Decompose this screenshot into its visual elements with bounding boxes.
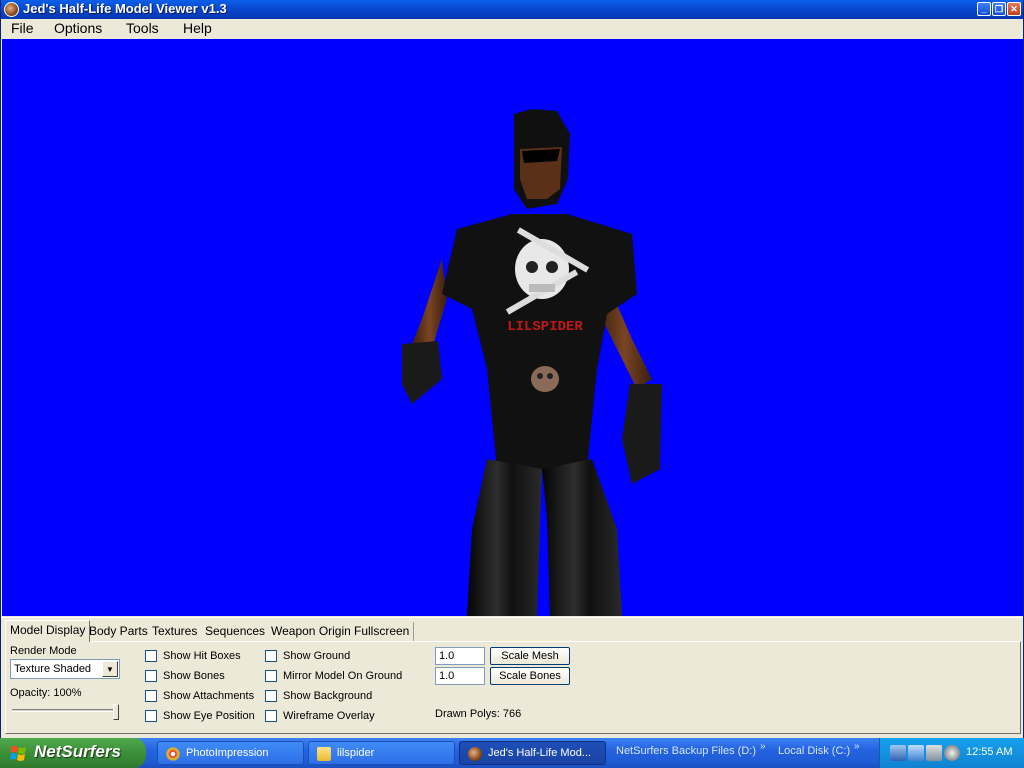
taskbar: NetSurfers PhotoImpression lilspider Jed… xyxy=(0,738,1024,768)
task-label: Jed's Half-Life Mod... xyxy=(488,747,591,759)
show-background-label: Show Background xyxy=(283,690,373,702)
menu-file[interactable]: File xyxy=(9,20,36,36)
window-title: Jed's Half-Life Model Viewer v1.3 xyxy=(23,1,227,16)
drawn-polys-readout: Drawn Polys: 766 xyxy=(435,708,522,720)
opacity-slider-track[interactable] xyxy=(12,709,118,712)
chevron-down-icon[interactable]: ▼ xyxy=(102,661,118,677)
show-attachments-checkbox[interactable] xyxy=(145,690,157,702)
tab-weapon-origin[interactable]: Weapon Origin xyxy=(267,622,356,641)
wireframe-overlay-label: Wireframe Overlay xyxy=(283,710,375,722)
opacity-label: Opacity: 100% xyxy=(10,687,82,699)
app-window: Jed's Half-Life Model Viewer v1.3 _ ❐ ✕ … xyxy=(0,0,1024,738)
show-bones-label: Show Bones xyxy=(163,670,225,682)
show-hit-boxes-label: Show Hit Boxes xyxy=(163,650,241,662)
mirror-model-checkbox[interactable] xyxy=(265,670,277,682)
app-icon xyxy=(4,2,19,17)
wireframe-overlay-checkbox[interactable] xyxy=(265,710,277,722)
scale-bones-button[interactable]: Scale Bones xyxy=(490,667,570,685)
start-button[interactable]: NetSurfers xyxy=(0,738,146,768)
render-mode-select[interactable]: Texture Shaded ▼ xyxy=(10,659,120,679)
app-icon xyxy=(468,747,482,761)
tab-model-display[interactable]: Model Display xyxy=(5,620,91,642)
show-ground-checkbox[interactable] xyxy=(265,650,277,662)
tab-fullscreen[interactable]: Fullscreen xyxy=(350,622,415,641)
show-ground-label: Show Ground xyxy=(283,650,351,662)
scale-mesh-input[interactable]: 1.0 xyxy=(435,647,485,665)
folder-icon xyxy=(317,747,331,761)
scale-mesh-button[interactable]: Scale Mesh xyxy=(490,647,570,665)
photoimpression-icon xyxy=(166,747,180,761)
tab-body-parts[interactable]: Body Parts xyxy=(85,622,153,641)
opacity-slider-thumb[interactable] xyxy=(113,704,119,720)
show-eye-position-label: Show Eye Position xyxy=(163,710,255,722)
close-button[interactable]: ✕ xyxy=(1007,2,1021,16)
toolbar-backup-drive[interactable]: NetSurfers Backup Files (D:) xyxy=(616,745,756,757)
scale-bones-input[interactable]: 1.0 xyxy=(435,667,485,685)
chevron-right-icon[interactable]: » xyxy=(760,741,766,752)
task-photoimpression[interactable]: PhotoImpression xyxy=(157,741,304,765)
tab-sequences[interactable]: Sequences xyxy=(201,622,271,641)
volume-icon[interactable] xyxy=(944,745,960,761)
model-render: LILSPIDER xyxy=(402,109,662,616)
menu-options[interactable]: Options xyxy=(52,20,104,36)
monitor-icon[interactable] xyxy=(926,745,942,761)
model-viewport[interactable]: LILSPIDER xyxy=(2,39,1023,616)
title-bar[interactable]: Jed's Half-Life Model Viewer v1.3 _ ❐ ✕ xyxy=(1,0,1023,19)
mirror-model-label: Mirror Model On Ground xyxy=(283,670,403,682)
network-icon[interactable] xyxy=(890,745,906,761)
tab-textures[interactable]: Textures xyxy=(148,622,203,641)
start-label: NetSurfers xyxy=(34,742,121,761)
show-background-checkbox[interactable] xyxy=(265,690,277,702)
show-eye-position-checkbox[interactable] xyxy=(145,710,157,722)
network-connection-icon[interactable] xyxy=(908,745,924,761)
menu-bar: File Options Tools Help xyxy=(1,19,1023,39)
task-label: lilspider xyxy=(337,747,375,759)
task-lilspider-folder[interactable]: lilspider xyxy=(308,741,455,765)
menu-help[interactable]: Help xyxy=(181,20,214,36)
task-label: PhotoImpression xyxy=(186,747,269,759)
menu-tools[interactable]: Tools xyxy=(124,20,161,36)
chevron-right-icon[interactable]: » xyxy=(854,741,860,752)
windows-flag-icon xyxy=(10,746,26,761)
render-mode-value: Texture Shaded xyxy=(14,663,92,675)
show-attachments-label: Show Attachments xyxy=(163,690,255,702)
show-hit-boxes-checkbox[interactable] xyxy=(145,650,157,662)
show-bones-checkbox[interactable] xyxy=(145,670,157,682)
minimize-button[interactable]: _ xyxy=(977,2,991,16)
task-model-viewer[interactable]: Jed's Half-Life Mod... xyxy=(459,741,606,765)
clock: 12:55 AM xyxy=(966,746,1013,758)
shirt-logo-text: LILSPIDER xyxy=(507,319,583,335)
system-tray: 12:55 AM xyxy=(879,738,1024,768)
render-mode-label: Render Mode xyxy=(10,645,77,657)
restore-button[interactable]: ❐ xyxy=(992,2,1006,16)
toolbar-local-disk[interactable]: Local Disk (C:) xyxy=(778,745,850,757)
